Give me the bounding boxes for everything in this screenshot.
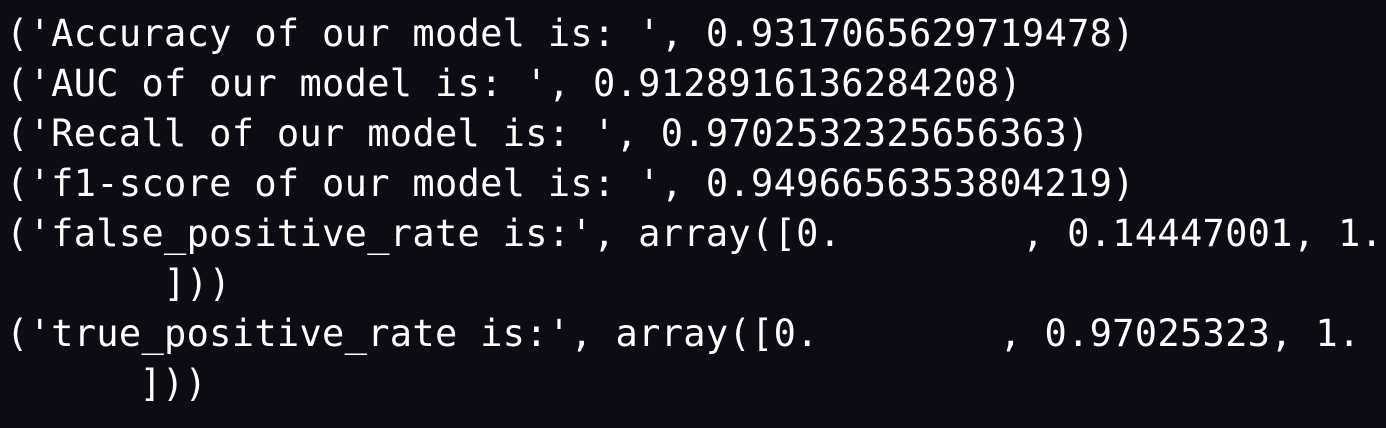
- f1-score-output-line: ('f1-score of our model is: ', 0.9496656…: [6, 162, 1135, 205]
- true-positive-rate-output-line: ('true_positive_rate is:', array([0. , 0…: [6, 312, 1361, 355]
- false-positive-rate-output-line: ('false_positive_rate is:', array([0. , …: [6, 212, 1384, 255]
- accuracy-output-line: ('Accuracy of our model is: ', 0.9317065…: [6, 12, 1135, 55]
- recall-output-line: ('Recall of our model is: ', 0.970253232…: [6, 112, 1090, 155]
- terminal-output[interactable]: g) ('Accuracy of our model is: ', 0.9317…: [0, 0, 1386, 428]
- true-positive-rate-continuation: ])): [4, 362, 208, 405]
- false-positive-rate-continuation: ])): [28, 262, 232, 305]
- clipped-previous-line: g): [0, 0, 223, 4]
- auc-output-line: ('AUC of our model is: ', 0.912891613628…: [6, 62, 1022, 105]
